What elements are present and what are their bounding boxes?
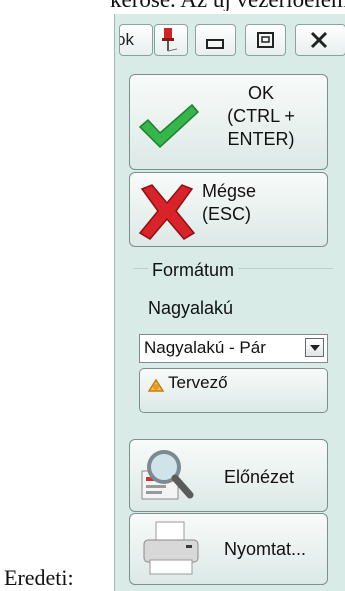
dialog-panel: ok <box>114 14 345 591</box>
checkmark-icon <box>138 103 200 149</box>
preview-button-label: Előnézet <box>224 467 295 487</box>
titlebar-ok-button[interactable]: ok <box>119 24 153 56</box>
maximize-icon <box>257 32 274 48</box>
printer-icon <box>143 521 199 575</box>
titlebar: ok <box>115 24 345 58</box>
cancel-button[interactable]: Mégse (ESC) <box>129 172 328 247</box>
caption-original: Eredeti: <box>4 565 74 590</box>
pin-button[interactable] <box>154 24 188 56</box>
designer-button-label: Tervező <box>168 373 228 392</box>
minimize-icon <box>206 39 224 49</box>
ok-button-label: OK (CTRL + ENTER) <box>227 83 295 149</box>
chevron-down-icon <box>310 345 320 351</box>
print-button[interactable]: Nyomtat... <box>129 513 328 585</box>
designer-icon <box>147 378 165 392</box>
print-button-label: Nyomtat... <box>224 539 307 559</box>
format-select-value: Nagyalakú - Pár <box>144 338 266 357</box>
cancel-button-label: Mégse (ESC) <box>202 181 257 224</box>
format-select[interactable]: Nagyalakú - Pár <box>139 334 328 363</box>
dropdown-arrow-button[interactable] <box>305 338 324 357</box>
pin-icon <box>162 28 178 52</box>
preview-button[interactable]: Előnézet <box>129 439 328 512</box>
ok-button[interactable]: OK (CTRL + ENTER) <box>129 74 328 170</box>
designer-button[interactable]: Tervező <box>139 368 328 413</box>
magnifier-icon <box>141 450 194 500</box>
titlebar-ok-text: ok <box>120 30 134 49</box>
close-button[interactable] <box>295 24 345 56</box>
format-group-title: Formátum <box>148 260 239 281</box>
close-icon <box>310 31 328 49</box>
minimize-button[interactable] <box>195 24 236 56</box>
orientation-label: Nagyalakú <box>148 298 234 318</box>
maximize-button[interactable] <box>245 24 286 56</box>
cross-icon <box>138 184 196 240</box>
document-top-text: kerősé. Az új vezérlőelem <box>110 0 345 11</box>
